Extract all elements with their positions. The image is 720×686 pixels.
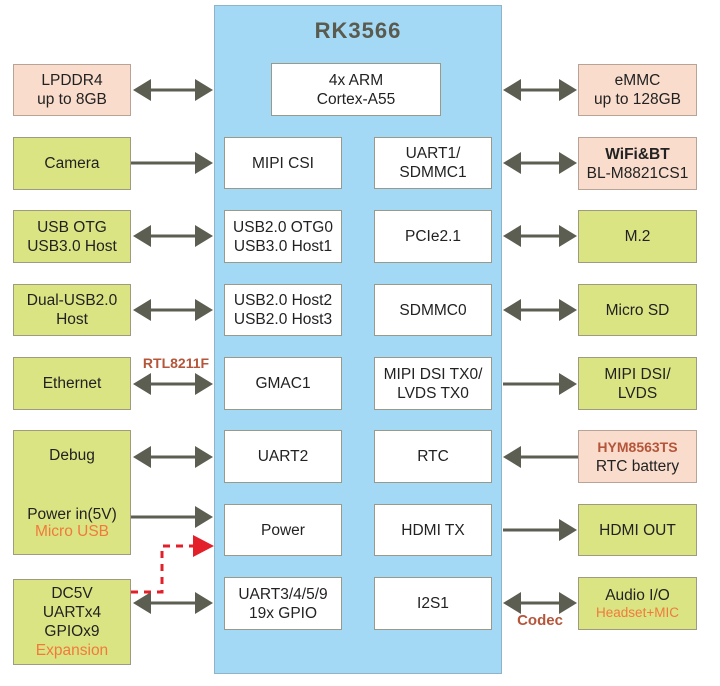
wifi-bt-connector-arrowhead: [503, 152, 521, 174]
debug-connector-arrowhead: [195, 446, 213, 468]
ethernet-connector-arrowhead: [195, 373, 213, 395]
hdmi-connector-arrowhead: [559, 519, 577, 541]
rtc-connector-arrowhead: [503, 446, 521, 468]
connector-layer: [131, 79, 578, 614]
dashed-power-line: [131, 544, 200, 594]
micro-sd-connector-arrowhead: [559, 299, 577, 321]
debug-connector-arrowhead: [133, 446, 151, 468]
expansion-connector-arrowhead: [133, 592, 151, 614]
wifi-bt-connector-arrowhead: [559, 152, 577, 174]
camera-connector-arrowhead: [195, 152, 213, 174]
lpddr4-connector-arrowhead: [133, 79, 151, 101]
expansion-connector-arrowhead: [195, 592, 213, 614]
usb-otg-connector-arrowhead: [195, 225, 213, 247]
emmc-connector-arrowhead: [503, 79, 521, 101]
audio-connector-arrowhead: [503, 592, 521, 614]
dual-usb-connector-arrowhead: [195, 299, 213, 321]
power-in-connector-arrowhead: [195, 506, 213, 528]
mipi-dsi-connector-arrowhead: [559, 373, 577, 395]
audio-connector-arrowhead: [559, 592, 577, 614]
emmc-connector-arrowhead: [559, 79, 577, 101]
m2-connector-arrowhead: [503, 225, 521, 247]
dual-usb-connector-arrowhead: [133, 299, 151, 321]
usb-otg-connector-arrowhead: [133, 225, 151, 247]
m2-connector-arrowhead: [559, 225, 577, 247]
ethernet-connector-arrowhead: [133, 373, 151, 395]
power-arrowhead-red: [193, 535, 214, 557]
lpddr4-connector-arrowhead: [195, 79, 213, 101]
micro-sd-connector-arrowhead: [503, 299, 521, 321]
